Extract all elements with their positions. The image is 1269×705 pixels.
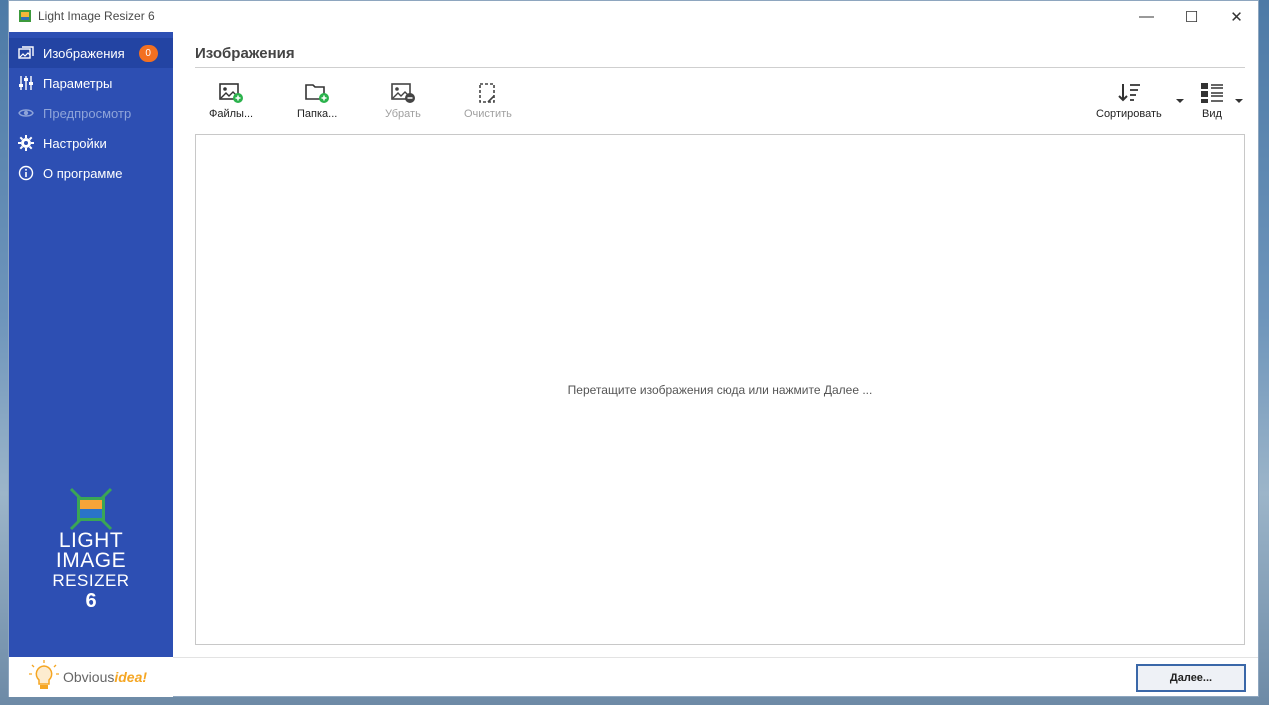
logo-text-light: LIGHT: [58, 529, 124, 552]
sidebar-item-parameters[interactable]: Параметры: [9, 68, 173, 98]
sidebar: Изображения 0 Параметры Предпросмотр Нас…: [9, 32, 173, 657]
image-drop-zone[interactable]: Перетащите изображения сюда или нажмите …: [195, 134, 1245, 645]
drop-hint-text: Перетащите изображения сюда или нажмите …: [567, 383, 873, 397]
title-divider: [195, 67, 1245, 68]
lightbulb-icon: [29, 660, 59, 689]
close-button[interactable]: ✕: [1214, 1, 1259, 32]
sort-button[interactable]: Сортировать: [1096, 82, 1162, 126]
brand-name-part2: idea!: [114, 669, 148, 685]
remove-label: Убрать: [385, 108, 421, 120]
clear-button[interactable]: Очистить: [464, 82, 512, 126]
sidebar-item-label: Предпросмотр: [43, 105, 132, 121]
logo-text-image: IMAGE: [55, 549, 127, 572]
remove-image-icon: [391, 83, 415, 103]
logo-image-icon: [69, 487, 113, 531]
app-logo: LIGHT IMAGE RESIZER 6: [9, 487, 173, 612]
view-label: Вид: [1202, 108, 1222, 120]
image-count-badge: 0: [138, 44, 158, 62]
add-folder-label: Папка...: [297, 108, 338, 120]
add-folder-icon: [305, 84, 330, 103]
window-title: Light Image Resizer 6: [38, 9, 155, 23]
page-title: Изображения: [195, 45, 295, 62]
main-panel: Изображения Файлы... Папка... Убрать Очи…: [173, 32, 1258, 657]
sidebar-item-label: Изображения: [43, 45, 125, 61]
sliders-icon: [17, 74, 35, 92]
clear-label: Очистить: [464, 108, 512, 120]
app-window: Light Image Resizer 6 — ☐ ✕ Изображения …: [8, 0, 1259, 697]
remove-button[interactable]: Убрать: [385, 82, 421, 126]
brand-name-part1: Obvious: [63, 669, 115, 685]
sort-label: Сортировать: [1096, 108, 1162, 120]
sidebar-item-preview[interactable]: Предпросмотр: [9, 98, 173, 128]
add-files-button[interactable]: Файлы...: [209, 82, 253, 126]
brand-banner[interactable]: Obviousidea!: [9, 657, 173, 697]
add-files-label: Файлы...: [209, 108, 254, 120]
logo-text-resizer: RESIZER: [52, 571, 130, 590]
add-folder-button[interactable]: Папка...: [297, 82, 337, 126]
images-icon: [17, 44, 35, 62]
eye-icon: [17, 104, 35, 122]
sidebar-item-label: Настройки: [43, 135, 107, 151]
app-icon: [19, 10, 31, 22]
sidebar-item-label: Параметры: [43, 75, 113, 91]
sort-icon: [1118, 84, 1140, 102]
maximize-button[interactable]: ☐: [1169, 1, 1214, 32]
footer-divider: [173, 657, 1258, 658]
view-button[interactable]: Вид: [1199, 82, 1225, 126]
view-dropdown-arrow[interactable]: [1235, 99, 1243, 103]
view-list-icon: [1201, 83, 1223, 103]
next-button[interactable]: Далее...: [1136, 664, 1246, 692]
brand-name: Obviousidea!: [63, 669, 147, 685]
sidebar-item-about[interactable]: О программе: [9, 158, 173, 188]
title-bar: Light Image Resizer 6 — ☐ ✕: [9, 1, 1258, 32]
add-image-icon: [219, 83, 244, 103]
sidebar-item-settings[interactable]: Настройки: [9, 128, 173, 158]
sidebar-item-label: О программе: [43, 165, 123, 181]
sort-dropdown-arrow[interactable]: [1176, 99, 1184, 103]
sidebar-item-images[interactable]: Изображения 0: [9, 38, 173, 68]
gear-icon: [17, 134, 35, 152]
clear-icon: [479, 83, 495, 103]
info-icon: [17, 164, 35, 182]
logo-text-version: 6: [85, 590, 97, 612]
minimize-button[interactable]: —: [1124, 1, 1169, 32]
